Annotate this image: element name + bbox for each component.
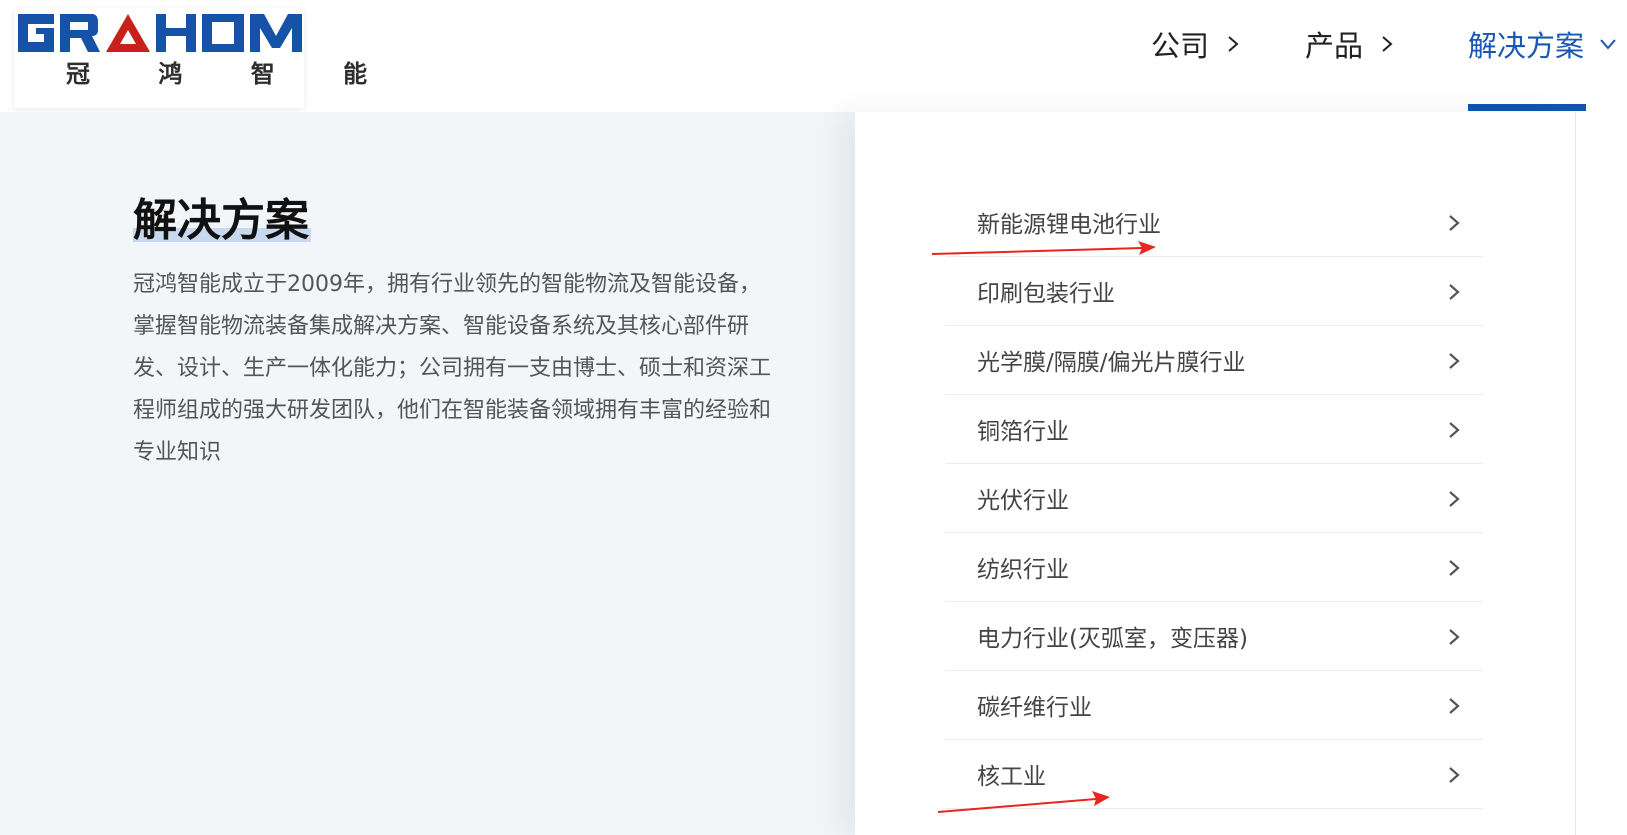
chevron-right-icon	[1382, 36, 1393, 52]
menu-item-label: 碳纤维行业	[977, 695, 1092, 721]
menu-item-nuclear[interactable]: 核工业	[945, 740, 1483, 809]
menu-item-lithium-battery[interactable]: 新能源锂电池行业	[945, 188, 1483, 257]
menu-item-optical-film[interactable]: 光学膜/隔膜/偏光片膜行业	[945, 326, 1483, 395]
nav-item-label: 产品	[1305, 29, 1364, 63]
nav-item-label: 解决方案	[1468, 29, 1585, 63]
chevron-right-icon	[1449, 215, 1460, 231]
menu-item-printing-packaging[interactable]: 印刷包装行业	[945, 257, 1483, 326]
chevron-right-icon	[1449, 422, 1460, 438]
menu-item-carbon-fiber[interactable]: 碳纤维行业	[945, 671, 1483, 740]
menu-item-label: 核工业	[977, 764, 1046, 790]
chevron-right-icon	[1449, 353, 1460, 369]
intro-description: 冠鸿智能成立于2009年，拥有行业领先的智能物流及智能设备，掌握智能物流装备集成…	[133, 272, 772, 465]
chevron-right-icon	[1228, 36, 1239, 52]
chevron-right-icon	[1449, 698, 1460, 714]
chevron-right-icon	[1449, 284, 1460, 300]
menu-item-label: 新能源锂电池行业	[977, 212, 1161, 238]
panel-divider	[1575, 112, 1576, 835]
nav-item-products[interactable]: 产品	[1305, 24, 1397, 64]
brand-logo[interactable]: 冠 鸿 智 能	[14, 8, 367, 108]
menu-item-label: 铜箔行业	[977, 419, 1069, 445]
chevron-right-icon	[1449, 491, 1460, 507]
menu-item-label: 纺织行业	[977, 557, 1069, 583]
chevron-down-icon	[1600, 39, 1616, 50]
chevron-right-icon	[1449, 560, 1460, 576]
grahom-wordmark	[18, 14, 302, 52]
menu-item-label: 光学膜/隔膜/偏光片膜行业	[977, 350, 1246, 376]
logo-chinese-name: 冠 鸿 智 能	[66, 60, 398, 88]
nav-item-label: 公司	[1151, 29, 1210, 63]
menu-item-textile[interactable]: 纺织行业	[945, 533, 1483, 602]
menu-item-label: 光伏行业	[977, 488, 1069, 514]
menu-item-label: 电力行业(灭弧室，变压器)	[977, 626, 1248, 652]
menu-item-photovoltaic[interactable]: 光伏行业	[945, 464, 1483, 533]
solutions-intro-panel: 解决方案 冠鸿智能成立于2009年，拥有行业领先的智能物流及智能设备，掌握智能物…	[0, 112, 855, 835]
menu-item-power[interactable]: 电力行业(灭弧室，变压器)	[945, 602, 1483, 671]
solutions-menu: 新能源锂电池行业 印刷包装行业 光学膜/隔膜/偏光片膜行业 铜箔行业 光伏行业 …	[945, 188, 1483, 809]
chevron-right-icon	[1449, 767, 1460, 783]
nav-item-company[interactable]: 公司	[1151, 24, 1243, 64]
page-title: 解决方案	[133, 195, 309, 246]
menu-item-copper-foil[interactable]: 铜箔行业	[945, 395, 1483, 464]
menu-item-label: 印刷包装行业	[977, 281, 1115, 307]
chevron-right-icon	[1449, 629, 1460, 645]
nav-item-solutions[interactable]: 解决方案	[1468, 24, 1618, 64]
site-header: 冠 鸿 智 能 公司 产品 解决方案	[0, 0, 1627, 112]
active-nav-indicator	[1468, 104, 1586, 111]
